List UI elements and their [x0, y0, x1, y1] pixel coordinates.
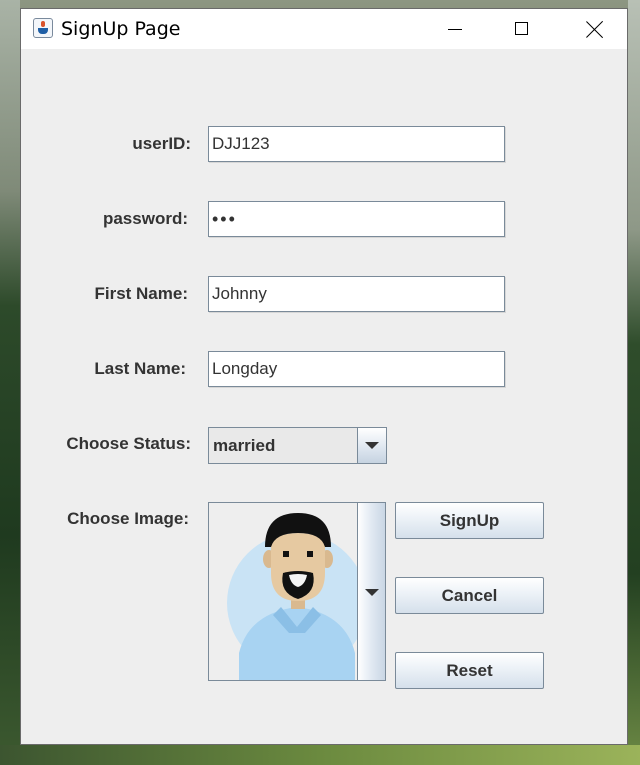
status-label: Choose Status:	[66, 434, 191, 453]
image-label: Choose Image:	[67, 509, 189, 528]
window-title: SignUp Page	[61, 18, 181, 40]
close-icon	[586, 20, 604, 38]
desktop-background-left	[0, 0, 20, 765]
reset-button[interactable]: Reset	[395, 652, 544, 689]
minimize-button[interactable]	[431, 9, 477, 49]
desktop-background-right	[628, 0, 640, 765]
image-dropdown-button[interactable]	[357, 503, 385, 680]
status-select[interactable]: married	[208, 427, 387, 464]
chevron-down-icon	[365, 589, 379, 596]
first-name-label: First Name:	[94, 284, 188, 303]
image-select[interactable]	[208, 502, 386, 681]
desktop-background-bottom	[0, 745, 640, 765]
signup-window: SignUp Page userID: DJJ123 password: •••…	[20, 8, 628, 745]
password-label: password:	[102, 209, 188, 228]
man-avatar-icon	[227, 513, 357, 680]
status-dropdown-button[interactable]	[357, 428, 386, 463]
cancel-button[interactable]: Cancel	[395, 577, 544, 614]
first-name-input[interactable]: Johnny	[208, 276, 505, 312]
user-id-input[interactable]: DJJ123	[208, 126, 505, 162]
title-bar[interactable]: SignUp Page	[21, 9, 627, 49]
maximize-icon	[515, 22, 528, 35]
selected-image-preview	[209, 503, 357, 680]
chevron-down-icon	[365, 442, 379, 449]
password-input[interactable]: •••	[208, 201, 505, 237]
java-app-icon	[33, 18, 53, 38]
close-button[interactable]	[571, 9, 617, 49]
last-name-input[interactable]: Longday	[208, 351, 505, 387]
maximize-button[interactable]	[499, 9, 545, 49]
signup-button[interactable]: SignUp	[395, 502, 544, 539]
minimize-icon	[448, 29, 462, 30]
user-id-label: userID:	[132, 134, 191, 153]
status-selected-value: married	[213, 436, 276, 455]
last-name-label: Last Name:	[94, 359, 186, 378]
